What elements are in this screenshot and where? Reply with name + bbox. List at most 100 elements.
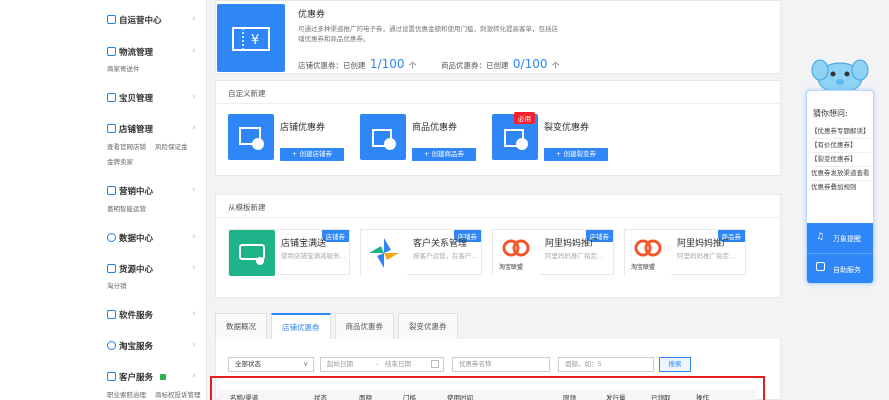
create-item-coupon-button[interactable]: + 创建商品券: [412, 148, 476, 161]
help-panel: 猜你想问: 【优惠券专题解读】 【有价优惠券】 【裂变优惠券】 优惠券发放渠道查…: [806, 90, 874, 284]
help-list: 【优惠券专题解读】 【有价优惠券】 【裂变优惠券】 优惠券发放渠道查看 优惠券叠…: [811, 125, 871, 194]
sidebar-item-label: 自运营中心: [119, 16, 162, 26]
alimama-icon: 淘宝联盟: [493, 230, 539, 276]
sidebar-item-label: 数据中心: [119, 234, 154, 244]
sidebar-sub-link[interactable]: 商家寄送件: [107, 63, 140, 73]
store-coupon-unit: 个: [408, 61, 417, 70]
search-button[interactable]: 搜索: [659, 357, 691, 372]
coupon-name-input[interactable]: 优惠券名称: [452, 357, 550, 372]
page-title: 优惠券: [298, 10, 326, 20]
shop-coupon-icon: [228, 114, 274, 160]
new-dot-icon: [159, 374, 166, 380]
coupon-tabs: 数据概况 店铺优惠券 商品优惠券 裂变优惠券: [215, 313, 462, 339]
coupon-ticket-icon: ¥: [217, 4, 285, 72]
coupon-header-card: ¥ 优惠券 可通过多种渠道推广的电子券，通过设置优惠金额和使用门槛，刺激转化提高…: [215, 0, 781, 74]
tab-fission-coupon[interactable]: 裂变优惠券: [398, 313, 458, 339]
tile-name: 商品优惠券: [412, 123, 458, 133]
self-service-button[interactable]: 自助服务: [807, 253, 873, 283]
chevron-right-icon: ›: [192, 123, 196, 133]
crm-icon: [361, 230, 407, 276]
store-coupon-label: 店铺优惠券：已创建: [298, 61, 366, 70]
chevron-right-icon: ›: [192, 371, 196, 381]
col-status: 状态: [314, 394, 327, 400]
table-header-row: 名称/渠道 状态 面额 门槛 使用时间 限领 发行量 已领取 操作: [218, 390, 756, 400]
brand-label: 淘宝联盟: [499, 264, 524, 271]
sidebar-sub-link[interactable]: 风险保证金: [155, 141, 188, 151]
tile-desc: 按客户运营，在客户...: [413, 252, 478, 260]
chevron-right-icon: ›: [192, 46, 196, 56]
date-separator: -: [376, 360, 379, 368]
sidebar-sub-link[interactable]: 葛明智能运营: [107, 203, 146, 213]
sidebar: 自运营中心 › 物流管理 › 商家寄送件 宝贝管理 › 店铺管理 › 查看官网店…: [0, 0, 207, 400]
mascot-icon[interactable]: [810, 54, 870, 94]
end-date-placeholder: 结束日期: [385, 360, 411, 368]
template-tile-alimama-store[interactable]: 淘宝联盟 店铺券 阿里妈妈推广 阿里妈妈推广指定...: [492, 229, 614, 276]
item-coupon-stat: 商品优惠券：已创建 0/100 个: [441, 57, 559, 71]
chevron-down-icon: ∨: [303, 360, 308, 368]
col-threshold: 门槛: [403, 394, 416, 400]
reminder-button[interactable]: ♫ 万象提醒: [807, 223, 873, 253]
status-select-value: 全部状态: [235, 360, 261, 368]
chevron-right-icon: ›: [192, 92, 196, 102]
truck-gift-icon: [229, 230, 275, 276]
tile-name: 裂变优惠券: [544, 123, 590, 133]
chevron-right-icon: ›: [192, 263, 196, 273]
fission-coupon-tile: 必用 裂变优惠券 + 创建裂变券: [492, 112, 617, 162]
sidebar-item-label: 淘宝服务: [119, 342, 154, 352]
sidebar-sub-link[interactable]: 商标权投诉管理: [155, 389, 201, 399]
chat-icon: [816, 262, 825, 271]
sidebar-sub-link[interactable]: 淘分销: [107, 280, 127, 290]
help-item-topic[interactable]: 【优惠券专题解读】: [811, 125, 871, 139]
help-item-paid[interactable]: 【有价优惠券】: [811, 139, 871, 153]
item-coupon-count: 0/100: [512, 57, 548, 71]
item-coupon-tile: 商品优惠券 + 创建商品券: [360, 114, 485, 162]
tab-item-coupon[interactable]: 商品优惠券: [334, 313, 394, 339]
sidebar-item-label: 客户服务: [119, 373, 154, 383]
item-coupon-label: 商品优惠券：已创建: [441, 61, 509, 70]
custom-create-section: 自定义新建 店铺优惠券 + 创建店铺券 商品优惠券 + 创建商品券 必用 裂变优…: [215, 80, 782, 176]
bell-icon: ♫: [816, 232, 825, 242]
template-tile-crm[interactable]: 店铺券 客户关系管理 按客户运营，在客户...: [360, 229, 482, 276]
col-claimed: 已领取: [651, 394, 671, 400]
help-item-channels[interactable]: 优惠券发放渠道查看: [811, 167, 871, 181]
sidebar-item-label: 营销中心: [119, 187, 154, 197]
self-service-label: 自助服务: [833, 266, 861, 274]
template-tile-alimama-item[interactable]: 淘宝联盟 商品券 阿里妈妈推广 阿里妈妈推广指定...: [624, 229, 746, 276]
chevron-right-icon: ›: [192, 340, 196, 350]
sidebar-sub-link[interactable]: 职业索赔治理: [107, 389, 146, 399]
header-desc-2: 铺优惠券和商品优惠券。: [298, 35, 370, 43]
tile-name: 店铺宝满送: [281, 239, 327, 249]
sidebar-sub-link[interactable]: 查看官网店铺: [107, 141, 146, 151]
template-tile-full-send[interactable]: 店铺券 店铺宝满送 使用店铺宝满减服务...: [228, 229, 350, 276]
sidebar-sub-link[interactable]: 金牌卖家: [107, 156, 133, 166]
template-create-section: 从模板新建 店铺券 店铺宝满送 使用店铺宝满减服务... 店铺券 客户关系管理 …: [215, 194, 782, 298]
tile-name: 客户关系管理: [413, 239, 468, 249]
alimama-icon: 淘宝联盟: [625, 230, 671, 276]
reminder-label: 万象提醒: [833, 235, 861, 243]
sidebar-item-label: 软件服务: [119, 311, 154, 321]
start-date-placeholder: 起始日期: [327, 360, 353, 368]
section-title: 从模板新建: [228, 203, 266, 212]
chevron-right-icon: ›: [192, 232, 196, 242]
tab-store-coupon[interactable]: 店铺优惠券: [271, 313, 331, 339]
status-select[interactable]: 全部状态 ∨: [228, 357, 314, 372]
col-time: 使用时间: [447, 394, 473, 400]
date-range-picker[interactable]: 起始日期 - 结束日期: [320, 357, 444, 372]
create-store-coupon-button[interactable]: + 创建店铺券: [280, 148, 344, 161]
item-coupon-unit: 个: [551, 61, 560, 70]
help-item-stacking[interactable]: 优惠券叠加规则: [811, 181, 871, 194]
amount-input[interactable]: 面额，如：5: [558, 357, 654, 372]
create-fission-coupon-button[interactable]: + 创建裂变券: [544, 148, 608, 161]
bag-coupon-icon: [360, 114, 406, 160]
col-issued: 发行量: [606, 394, 626, 400]
tab-overview[interactable]: 数据概况: [215, 313, 267, 339]
tile-name: 阿里妈妈推广: [545, 239, 600, 249]
sidebar-item-label: 宝贝管理: [119, 94, 154, 104]
store-coupon-count: 1/100: [369, 57, 405, 71]
col-limit: 限领: [563, 394, 576, 400]
help-title: 猜你想问:: [813, 109, 848, 118]
header-desc-1: 可通过多种渠道推广的电子券，通过设置优惠金额和使用门槛，刺激转化提高客单，包括店: [298, 25, 558, 33]
chevron-right-icon: ›: [192, 14, 196, 24]
svg-text:¥: ¥: [251, 33, 259, 48]
help-item-fission[interactable]: 【裂变优惠券】: [811, 153, 871, 167]
